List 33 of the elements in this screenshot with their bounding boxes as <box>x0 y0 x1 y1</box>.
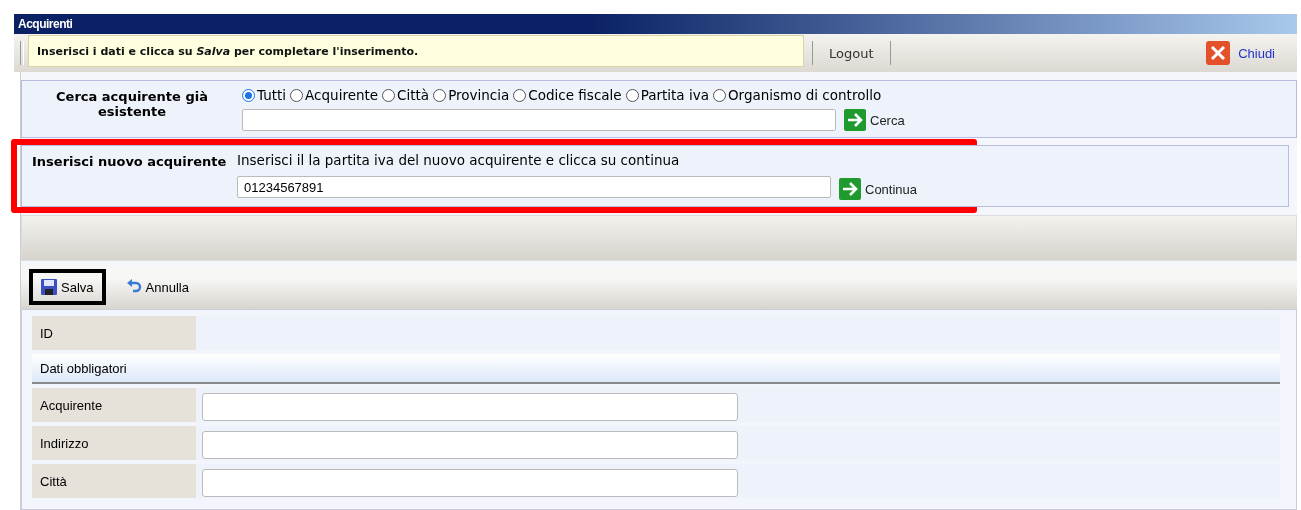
field-label: Acquirente <box>32 388 196 422</box>
input-field[interactable] <box>202 431 738 459</box>
field-label: Indirizzo <box>32 426 196 460</box>
continue-button[interactable]: Continua <box>839 178 918 200</box>
field-label: ID <box>32 316 196 350</box>
undo-button[interactable]: Annulla <box>113 269 201 305</box>
radio-option[interactable]: Provincia <box>433 87 510 103</box>
search-label: Cerca acquirente già esistente <box>55 88 209 121</box>
radio-option[interactable]: Codice fiscale <box>513 87 622 103</box>
radio-option[interactable]: Partita iva <box>625 87 709 103</box>
input-field[interactable] <box>202 393 738 421</box>
arrow-icon <box>839 178 861 200</box>
logout-link[interactable]: Logout <box>821 45 882 61</box>
floppy-icon <box>41 279 57 295</box>
radio-option[interactable]: Tutti <box>242 87 287 103</box>
radio-option[interactable]: Organismo di controllo <box>712 87 882 103</box>
close-button[interactable]: Chiudi <box>1206 41 1275 65</box>
radio-option[interactable]: Città <box>382 87 430 103</box>
field-label: Città <box>32 464 196 498</box>
insert-hint: Inserisci il la partita iva del nuovo acquirente e clicca su continua <box>237 152 681 168</box>
arrow-icon <box>844 109 866 131</box>
save-button[interactable]: Salva <box>29 269 106 305</box>
radio-option[interactable]: Acquirente <box>290 87 379 103</box>
undo-icon <box>125 279 142 295</box>
vat-field[interactable]: 01234567891 <box>237 176 831 198</box>
search-button[interactable]: Cerca <box>844 109 905 131</box>
section-header: Dati obbligatori <box>32 354 1280 384</box>
insert-label: Inserisci nuovo acquirente <box>31 153 228 171</box>
search-field[interactable] <box>242 109 836 131</box>
info-message: Inserisci i dati e clicca su Salva per completare l'inserimento. <box>28 35 804 67</box>
window-title: Acquirenti <box>14 14 1297 34</box>
input-field[interactable] <box>202 469 738 497</box>
close-icon <box>1206 41 1231 65</box>
